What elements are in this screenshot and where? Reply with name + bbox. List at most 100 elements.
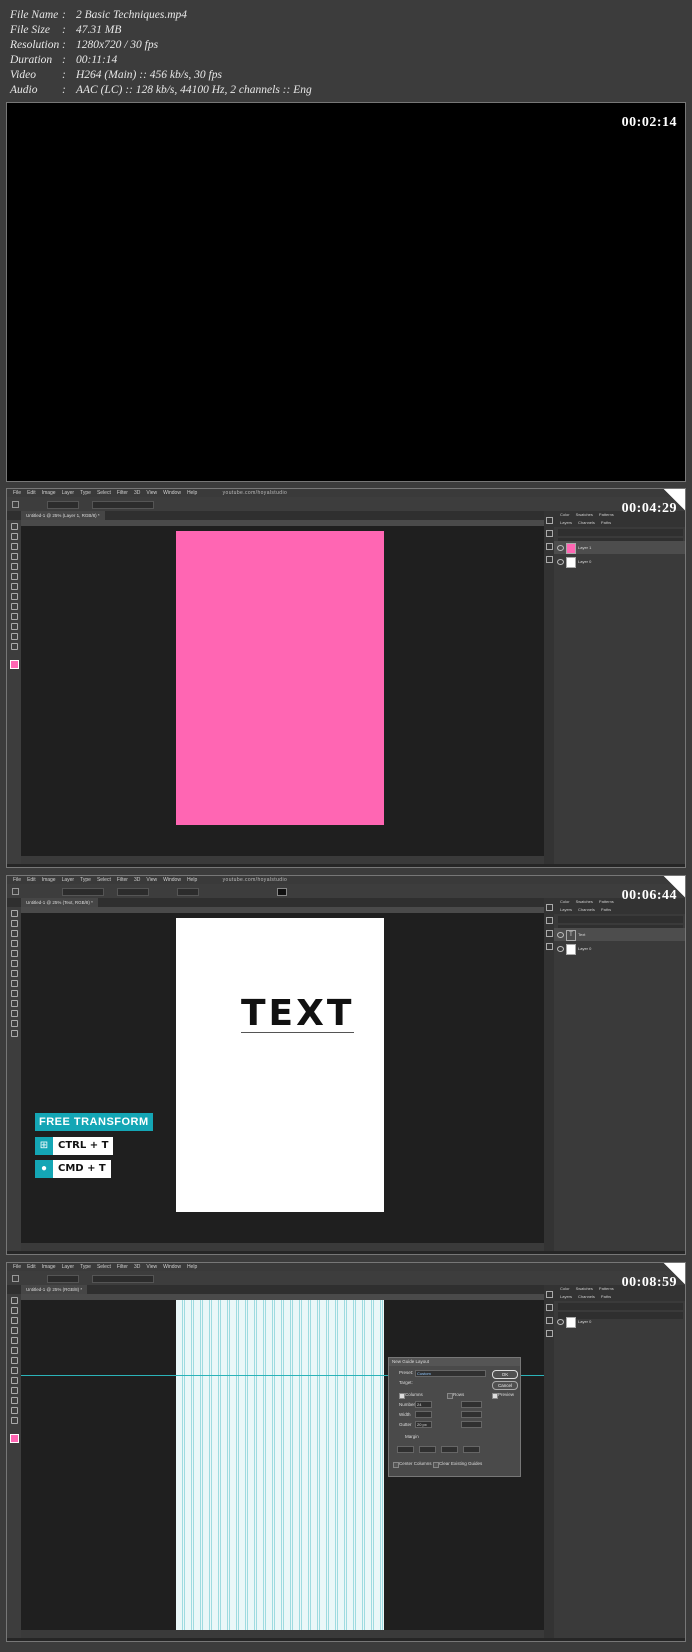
canvas-text-layer[interactable]: TEXT [241, 996, 355, 1033]
hand-tool-icon[interactable] [11, 1407, 18, 1414]
eyedropper-tool-icon[interactable] [11, 1337, 18, 1344]
character-icon[interactable] [546, 943, 553, 950]
tab-patterns[interactable]: Patterns [599, 899, 614, 904]
tab-color[interactable]: Color [560, 899, 570, 904]
marquee-tool-icon[interactable] [11, 1307, 18, 1314]
zoom-tool-icon[interactable] [11, 1030, 18, 1037]
tab-swatches[interactable]: Swatches [576, 512, 593, 517]
eye-icon[interactable] [557, 946, 564, 952]
tab-layers[interactable]: Layers [560, 907, 572, 912]
menu-help[interactable]: Help [187, 876, 197, 884]
font-family-dropdown[interactable] [62, 888, 104, 896]
tab-layers[interactable]: Layers [560, 520, 572, 525]
properties-icon[interactable] [546, 530, 553, 537]
brush-tool-icon[interactable] [11, 960, 18, 967]
white-canvas-document[interactable]: TEXT [176, 918, 384, 1212]
foreground-color-swatch[interactable] [10, 1434, 19, 1443]
cancel-button[interactable]: Cancel [492, 1381, 518, 1390]
type-tool-icon[interactable] [11, 1387, 18, 1394]
pen-tool-icon[interactable] [11, 1377, 18, 1384]
gradient-tool-icon[interactable] [11, 593, 18, 600]
menu-file[interactable]: File [13, 1263, 21, 1271]
hand-tool-icon[interactable] [11, 633, 18, 640]
rows-number-input[interactable] [461, 1401, 482, 1408]
pink-canvas-document[interactable] [176, 531, 384, 825]
eye-icon[interactable] [557, 1319, 564, 1325]
menu-3d[interactable]: 3D [134, 489, 140, 497]
rows-height-input[interactable] [461, 1411, 482, 1418]
pen-tool-icon[interactable] [11, 603, 18, 610]
font-style-dropdown[interactable] [117, 888, 149, 896]
text-color-swatch[interactable] [277, 888, 287, 896]
guide-canvas-document[interactable] [176, 1300, 384, 1630]
home-icon[interactable] [12, 1275, 19, 1282]
tab-paths[interactable]: Paths [601, 520, 611, 525]
menu-edit[interactable]: Edit [27, 1263, 36, 1271]
shape-tool-icon[interactable] [11, 1397, 18, 1404]
menu-type[interactable]: Type [80, 489, 91, 497]
eye-icon[interactable] [557, 545, 564, 551]
eraser-tool-icon[interactable] [11, 583, 18, 590]
menu-layer[interactable]: Layer [62, 876, 75, 884]
margin-right-input[interactable] [463, 1446, 480, 1453]
menu-filter[interactable]: Filter [117, 1263, 128, 1271]
menu-view[interactable]: View [146, 1263, 157, 1271]
lasso-tool-icon[interactable] [11, 930, 18, 937]
document-tab[interactable]: Untitled-1 @ 25% (Layer 1, RGB/8) * [21, 511, 105, 520]
eraser-tool-icon[interactable] [11, 970, 18, 977]
preset-select[interactable]: Custom [415, 1370, 486, 1377]
crop-tool-icon[interactable] [11, 940, 18, 947]
crop-tool-icon[interactable] [11, 553, 18, 560]
layer-filter[interactable] [558, 916, 683, 923]
hand-tool-icon[interactable] [11, 1020, 18, 1027]
menu-3d[interactable]: 3D [134, 1263, 140, 1271]
move-tool-icon[interactable] [11, 523, 18, 530]
menu-3d[interactable]: 3D [134, 876, 140, 884]
margin-left-input[interactable] [419, 1446, 436, 1453]
zoom-tool-icon[interactable] [11, 1417, 18, 1424]
ok-button[interactable]: OK [492, 1370, 518, 1379]
move-tool-icon[interactable] [11, 910, 18, 917]
gutter-input[interactable]: 20 px [415, 1421, 432, 1428]
foreground-color-swatch[interactable] [10, 660, 19, 669]
home-icon[interactable] [12, 888, 19, 895]
rows-gutter-input[interactable] [461, 1421, 482, 1428]
document-tab[interactable]: Untitled-1 @ 25% (Text, RGB/8) * [21, 898, 98, 907]
crop-tool-icon[interactable] [11, 1327, 18, 1334]
menu-select[interactable]: Select [97, 876, 111, 884]
tab-layers[interactable]: Layers [560, 1294, 572, 1299]
menu-layer[interactable]: Layer [62, 489, 75, 497]
tab-patterns[interactable]: Patterns [599, 512, 614, 517]
history-icon[interactable] [546, 517, 553, 524]
history-icon[interactable] [546, 904, 553, 911]
history-icon[interactable] [546, 1291, 553, 1298]
menu-type[interactable]: Type [80, 876, 91, 884]
type-tool-icon[interactable] [11, 613, 18, 620]
marquee-tool-icon[interactable] [11, 920, 18, 927]
home-icon[interactable] [12, 501, 19, 508]
menu-window[interactable]: Window [163, 876, 181, 884]
layer-filter[interactable] [558, 1303, 683, 1310]
menu-window[interactable]: Window [163, 1263, 181, 1271]
eraser-tool-icon[interactable] [11, 1357, 18, 1364]
menu-window[interactable]: Window [163, 489, 181, 497]
properties-icon[interactable] [546, 1304, 553, 1311]
adjustments-icon[interactable] [546, 930, 553, 937]
tab-paths[interactable]: Paths [601, 1294, 611, 1299]
menu-image[interactable]: Image [42, 489, 56, 497]
auto-select-dropdown[interactable] [47, 501, 79, 509]
layer-row[interactable]: Layer 0 [554, 555, 685, 568]
menu-type[interactable]: Type [80, 1263, 91, 1271]
tab-channels[interactable]: Channels [578, 1294, 595, 1299]
eyedropper-tool-icon[interactable] [11, 563, 18, 570]
menu-filter[interactable]: Filter [117, 876, 128, 884]
tab-color[interactable]: Color [560, 512, 570, 517]
menu-image[interactable]: Image [42, 876, 56, 884]
marquee-tool-icon[interactable] [11, 533, 18, 540]
number-input[interactable]: 24 [415, 1401, 432, 1408]
layer-row[interactable]: T Text [554, 928, 685, 941]
gradient-tool-icon[interactable] [11, 1367, 18, 1374]
tab-channels[interactable]: Channels [578, 520, 595, 525]
adjustments-icon[interactable] [546, 543, 553, 550]
type-tool-icon[interactable] [11, 1000, 18, 1007]
